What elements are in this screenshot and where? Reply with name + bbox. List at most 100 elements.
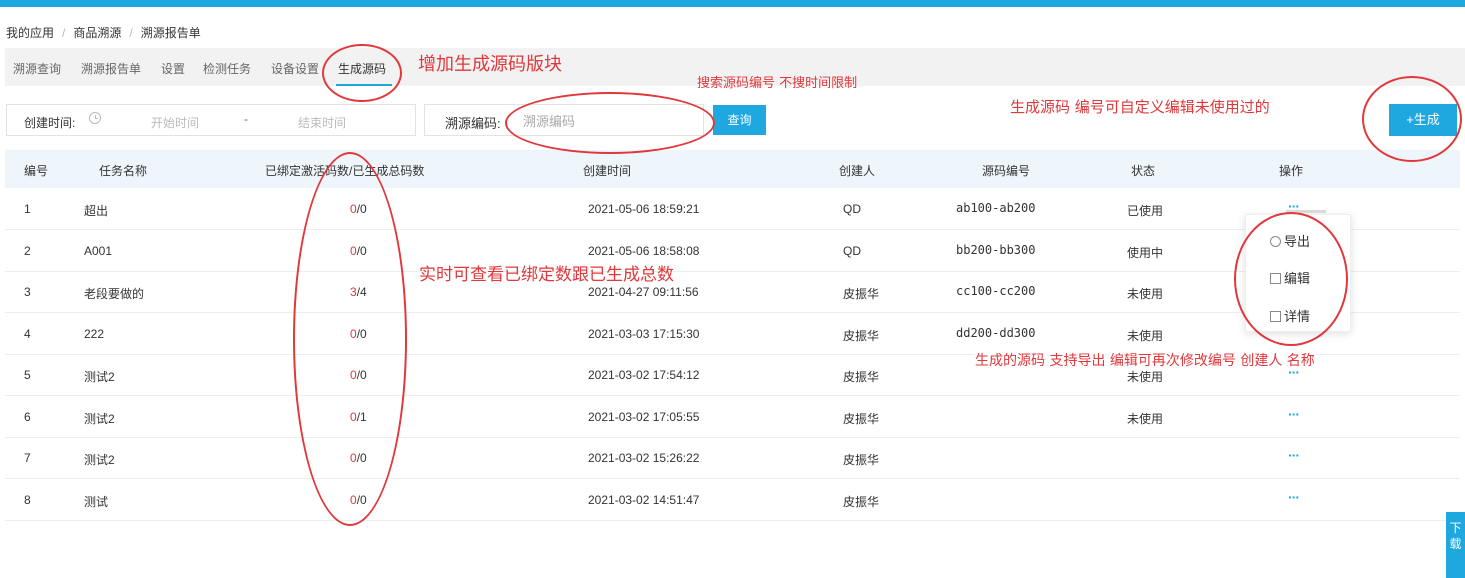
breadcrumb-item-report[interactable]: 溯源报告单 — [141, 26, 201, 40]
cell-source-code: bb200-bb300 — [956, 242, 1036, 257]
cell-create-time: 2021-04-27 09:11:56 — [588, 285, 699, 299]
cell-status: 使用中 — [1127, 245, 1164, 260]
dropdown-detail-label: 详情 — [1284, 309, 1311, 324]
tab-trace-query[interactable]: 溯源查询 — [13, 60, 61, 77]
cell-bound-total: 0/0 — [350, 202, 367, 216]
tab-generate-code[interactable]: 生成源码 — [338, 60, 386, 77]
start-time-input[interactable]: 开始时间 — [151, 114, 199, 131]
breadcrumb-separator: / — [62, 26, 66, 40]
cell-status: 未使用 — [1127, 370, 1164, 384]
cell-task-name: A001 — [84, 243, 113, 258]
col-header-source-code: 源码编号 — [982, 164, 1031, 178]
end-time-input[interactable]: 结束时间 — [298, 114, 346, 131]
breadcrumb-item-trace[interactable]: 商品溯源 — [73, 26, 121, 40]
cell-status: 未使用 — [1127, 411, 1164, 426]
cell-create-time: 2021-03-02 15:26:22 — [588, 451, 700, 465]
more-actions-icon[interactable]: ··· — [1288, 489, 1300, 505]
tab-settings[interactable]: 设置 — [161, 60, 185, 77]
annotation-generate-note: 生成源码 编号可自定义编辑未使用过的 — [1010, 98, 1270, 116]
cell-id: 8 — [24, 492, 31, 507]
dropdown-edit[interactable]: 编辑 — [1270, 268, 1310, 287]
bound-count: 0 — [350, 492, 357, 507]
total-count: /0 — [356, 451, 367, 465]
cell-id: 6 — [24, 409, 31, 424]
cell-create-time: 2021-03-02 17:05:55 — [588, 409, 700, 424]
annotation-add-module: 增加生成源码版块 — [418, 54, 562, 75]
table-row: 6 测试2 2021-03-02 17:05:55 皮振华 未使用 0/1 ··· — [5, 396, 1460, 438]
check-circle-icon — [1270, 236, 1281, 247]
cell-bound-total: 3/4 — [350, 285, 367, 299]
generate-button[interactable]: +生成 — [1389, 104, 1457, 136]
breadcrumb-item-apps[interactable]: 我的应用 — [6, 26, 54, 40]
dropdown-detail[interactable]: 详情 — [1270, 306, 1310, 325]
bound-count: 0 — [350, 243, 357, 258]
tab-device-settings[interactable]: 设备设置 — [271, 60, 319, 77]
table-row: 1 超出 2021-05-06 18:59:21 QD ab100-ab200 已使用 0/… — [5, 188, 1460, 230]
dropdown-export[interactable]: 导出 — [1270, 231, 1310, 250]
bound-count: 3 — [350, 285, 357, 299]
bound-count: 0 — [350, 451, 357, 465]
trace-code-label: 溯源编码: — [445, 116, 501, 131]
table-row: 3 老段要做的 2021-04-27 09:11:56 皮振华 cc100-cc200 未… — [5, 271, 1460, 313]
dropdown-export-label: 导出 — [1284, 234, 1311, 249]
more-actions-icon[interactable]: ··· — [1288, 447, 1300, 463]
total-count: /0 — [356, 368, 367, 382]
bound-count: 0 — [350, 326, 357, 341]
side-download-widget[interactable]: 下载 — [1446, 512, 1465, 578]
cell-task-name: 测试2 — [84, 370, 115, 384]
annotation-realtime-note: 实时可查看已绑定数跟已生成总数 — [419, 265, 674, 285]
table-row: 2 A001 2021-05-06 18:58:08 QD bb200-bb300 使用中… — [5, 230, 1460, 272]
clock-icon — [89, 112, 101, 124]
query-button[interactable]: 查询 — [713, 105, 766, 135]
cell-source-code: cc100-cc200 — [956, 284, 1036, 298]
range-separator: - — [244, 112, 248, 126]
trace-code-filter: 溯源编码: — [424, 104, 704, 136]
actions-dropdown: 导出 编辑 详情 — [1245, 214, 1351, 332]
cell-status: 未使用 — [1127, 287, 1164, 301]
more-actions-icon[interactable]: ··· — [1288, 406, 1300, 422]
cell-bound-total: 0/0 — [350, 244, 367, 258]
cell-creator: QD — [843, 243, 861, 258]
col-header-actions: 操作 — [1279, 164, 1304, 178]
total-count: /4 — [356, 285, 367, 299]
cell-task-name: 测试2 — [84, 411, 115, 426]
cell-bound-total: 0/0 — [350, 493, 367, 507]
cell-creator: QD — [843, 202, 861, 216]
table-header: 编号 任务名称 已绑定激活码数/已生成总码数 创建时间 创建人 源码编号 状态 … — [5, 150, 1460, 188]
edit-icon — [1270, 273, 1281, 284]
cell-bound-total: 0/1 — [350, 410, 367, 424]
cell-creator: 皮振华 — [843, 287, 880, 301]
tab-trace-report[interactable]: 溯源报告单 — [81, 60, 141, 77]
document-icon — [1270, 311, 1281, 322]
total-count: /0 — [356, 202, 367, 216]
cell-create-time: 2021-05-06 18:59:21 — [588, 202, 700, 216]
total-count: /0 — [356, 492, 367, 507]
create-time-label: 创建时间: — [24, 116, 76, 130]
total-count: /0 — [356, 243, 367, 258]
col-header-id: 编号 — [24, 164, 49, 178]
cell-task-name: 超出 — [84, 204, 109, 218]
cell-bound-total: 0/0 — [350, 451, 367, 465]
cell-create-time: 2021-03-02 17:54:12 — [588, 368, 700, 382]
cell-task-name: 222 — [84, 326, 105, 341]
tab-inspection-task[interactable]: 检测任务 — [203, 60, 251, 77]
total-count: /0 — [356, 326, 367, 341]
dropdown-edit-label: 编辑 — [1284, 271, 1311, 286]
table-row: 4 222 2021-03-03 17:15:30 皮振华 dd200-dd300 未使用… — [5, 313, 1460, 355]
cell-create-time: 2021-05-06 18:58:08 — [588, 243, 700, 258]
cell-task-name: 测试 — [84, 494, 109, 509]
cell-status: 已使用 — [1127, 204, 1164, 218]
bound-count: 0 — [350, 409, 357, 424]
trace-code-input[interactable] — [523, 111, 693, 131]
cell-task-name: 老段要做的 — [84, 287, 145, 301]
cell-source-code: ab100-ab200 — [956, 201, 1036, 215]
bound-count: 0 — [350, 368, 357, 382]
col-header-bound-total: 已绑定激活码数/已生成总码数 — [265, 164, 425, 178]
cell-status: 未使用 — [1127, 328, 1164, 343]
bound-count: 0 — [350, 202, 357, 216]
cell-id: 4 — [24, 326, 31, 341]
active-tab-indicator — [336, 84, 392, 86]
cell-create-time: 2021-03-02 14:51:47 — [588, 492, 700, 507]
table-row: 8 测试 2021-03-02 14:51:47 皮振华 0/0 ··· — [5, 479, 1460, 521]
cell-id: 3 — [24, 285, 31, 299]
